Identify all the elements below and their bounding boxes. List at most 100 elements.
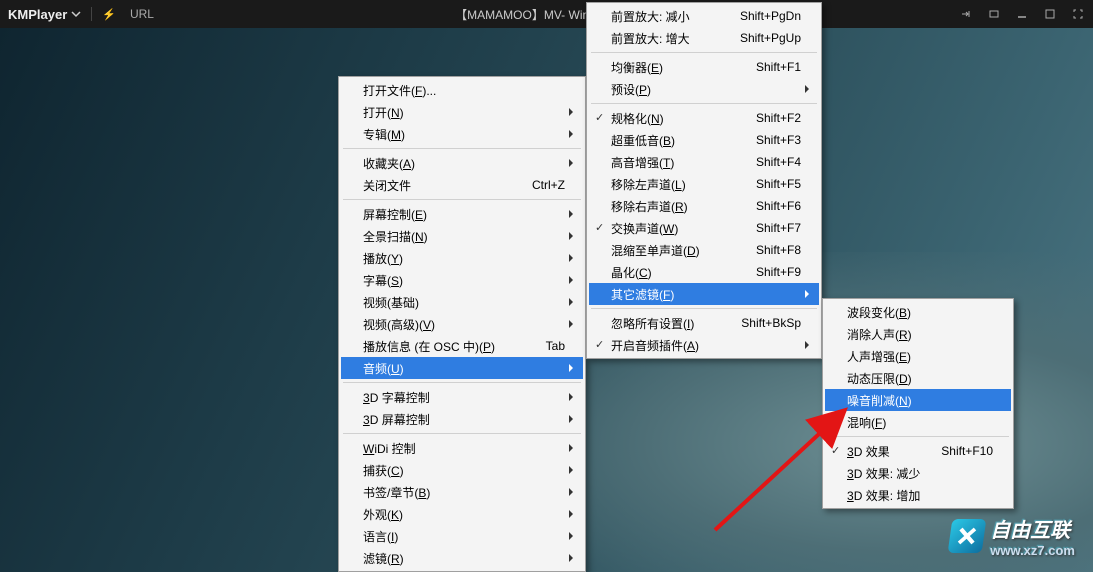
menu-item-hotkey: Shift+F3 [726,133,801,147]
menu-item-label: 开启音频插件(A) [611,337,699,354]
watermark-text: 自由互联 [990,520,1070,542]
main-menu-item-2[interactable]: 专辑(M) [341,123,583,145]
menu-item-label: 晶化(C) [611,264,652,281]
audio-menu-item-16[interactable]: 忽略所有设置(I)Shift+BkSp [589,312,819,334]
app-logo[interactable]: KMPlayer [8,7,81,22]
main-menu-item-0[interactable]: 打开文件(F)... [341,79,583,101]
audio-menu-item-0[interactable]: 前置放大: 减小Shift+PgDn [589,5,819,27]
menu-item-label: 3D 字幕控制 [363,389,430,406]
check-icon: ✓ [831,444,840,457]
filter-menu-item-8[interactable]: 3D 效果: 减少 [825,462,1011,484]
main-menu-item-14[interactable]: 音频(U) [341,357,583,379]
filter-menu-item-3[interactable]: 动态压限(D) [825,367,1011,389]
filter-menu-item-2[interactable]: 人声增强(E) [825,345,1011,367]
pin-icon[interactable] [959,7,973,21]
audio-menu-item-14[interactable]: 其它滤镜(F) [589,283,819,305]
menu-separator [343,148,581,149]
menu-item-hotkey: Shift+F1 [726,60,801,74]
menu-item-label: 移除左声道(L) [611,176,686,193]
main-menu-item-1[interactable]: 打开(N) [341,101,583,123]
audio-menu-item-11[interactable]: ✓交换声道(W)Shift+F7 [589,217,819,239]
watermark-icon [948,519,987,553]
main-menu-item-12[interactable]: 视频(高级)(V) [341,313,583,335]
menu-item-hotkey: Tab [516,339,565,353]
menu-item-hotkey: Shift+F7 [726,221,801,235]
menu-item-label: 噪音削减(N) [847,392,912,409]
main-menu-item-5[interactable]: 关闭文件 Ctrl+Z [341,174,583,196]
main-menu-item-7[interactable]: 屏幕控制(E) [341,203,583,225]
audio-menu-item-9[interactable]: 移除左声道(L)Shift+F5 [589,173,819,195]
main-menu-item-19[interactable]: WiDi 控制 [341,437,583,459]
menu-item-label: 高音增强(T) [611,154,674,171]
check-icon: ✓ [595,338,604,351]
video-title: 【MAMAMOO】MV- Wind Flower. [0,6,1093,23]
fullscreen-icon[interactable] [1071,7,1085,21]
menu-separator [827,436,1009,437]
audio-menu-item-12[interactable]: 混缩至单声道(D)Shift+F8 [589,239,819,261]
filter-menu-item-1[interactable]: 消除人声(R) [825,323,1011,345]
compact-icon[interactable] [987,7,1001,21]
menu-item-label: 混缩至单声道(D) [611,242,700,259]
menu-item-label: 超重低音(B) [611,132,675,149]
main-menu-item-13[interactable]: 播放信息 (在 OSC 中)(P)Tab [341,335,583,357]
filter-menu-item-7[interactable]: ✓ 3D 效果 Shift+F10 [825,440,1011,462]
menu-item-hotkey: Shift+PgUp [710,31,801,45]
menu-item-label: 混响(F) [847,414,886,431]
minimize-icon[interactable] [1015,7,1029,21]
main-menu-item-24[interactable]: 滤镜(R) [341,547,583,569]
menu-item-hotkey: Ctrl+Z [502,178,565,192]
menu-item-label: 全景扫描(N) [363,228,428,245]
menu-item-label: 人声增强(E) [847,348,911,365]
audio-menu-item-8[interactable]: 高音增强(T)Shift+F4 [589,151,819,173]
main-menu-item-20[interactable]: 捕获(C) [341,459,583,481]
menu-item-label: 打开(N) [363,104,404,121]
main-menu-item-4[interactable]: 收藏夹(A) [341,152,583,174]
menu-item-label: 专辑(M) [363,126,405,143]
maximize-icon[interactable] [1043,7,1057,21]
menu-item-label: 打开文件(F)... [363,82,436,99]
audio-menu-item-3[interactable]: 均衡器(E)Shift+F1 [589,56,819,78]
menu-separator [343,382,581,383]
audio-menu-item-6[interactable]: ✓ 规格化(N) Shift+F2 [589,107,819,129]
audio-menu-item-10[interactable]: 移除右声道(R)Shift+F6 [589,195,819,217]
menu-item-label: 3D 屏幕控制 [363,411,430,428]
main-menu-item-23[interactable]: 语言(I) [341,525,583,547]
window-controls [959,7,1085,21]
main-menu-item-16[interactable]: 3D 字幕控制 [341,386,583,408]
menu-item-label: 关闭文件 [363,177,411,194]
menu-item-label: 3D 效果: 减少 [847,465,920,482]
main-menu-item-22[interactable]: 外观(K) [341,503,583,525]
main-menu-item-8[interactable]: 全景扫描(N) [341,225,583,247]
filter-menu-item-0[interactable]: 波段变化(B) [825,301,1011,323]
filter-menu-item-9[interactable]: 3D 效果: 增加 [825,484,1011,506]
menu-item-label: 3D 效果 [847,443,890,460]
bolt-icon[interactable]: ⚡ [102,8,116,21]
menu-item-label: 波段变化(B) [847,304,911,321]
filter-menu-item-4[interactable]: 噪音削减(N) [825,389,1011,411]
filter-menu-item-5[interactable]: 混响(F) [825,411,1011,433]
check-icon: ✓ [595,111,604,124]
audio-menu-item-17[interactable]: ✓ 开启音频插件(A) [589,334,819,356]
menu-item-label: 字幕(S) [363,272,403,289]
audio-menu-item-4[interactable]: 预设(P) [589,78,819,100]
menu-item-label: 滤镜(R) [363,550,404,567]
main-menu-item-17[interactable]: 3D 屏幕控制 [341,408,583,430]
main-menu-item-21[interactable]: 书签/章节(B) [341,481,583,503]
context-menu-audio: 前置放大: 减小Shift+PgDn前置放大: 增大Shift+PgUp 均衡器(… [586,2,822,359]
menu-item-label: 3D 效果: 增加 [847,487,920,504]
menu-item-hotkey: Shift+F2 [726,111,801,125]
audio-menu-item-13[interactable]: 晶化(C)Shift+F9 [589,261,819,283]
check-icon: ✓ [595,221,604,234]
chevron-down-icon [71,9,81,19]
menu-item-label: 规格化(N) [611,110,664,127]
url-button[interactable]: URL [130,7,154,21]
menu-item-label: 其它滤镜(F) [611,286,674,303]
main-menu-item-9[interactable]: 播放(Y) [341,247,583,269]
main-menu-item-10[interactable]: 字幕(S) [341,269,583,291]
menu-separator [343,199,581,200]
audio-menu-item-7[interactable]: 超重低音(B) Shift+F3 [589,129,819,151]
main-menu-item-11[interactable]: 视频(基础) [341,291,583,313]
menu-item-hotkey: Shift+F10 [911,444,993,458]
menu-item-label: 动态压限(D) [847,370,912,387]
audio-menu-item-1[interactable]: 前置放大: 增大Shift+PgUp [589,27,819,49]
